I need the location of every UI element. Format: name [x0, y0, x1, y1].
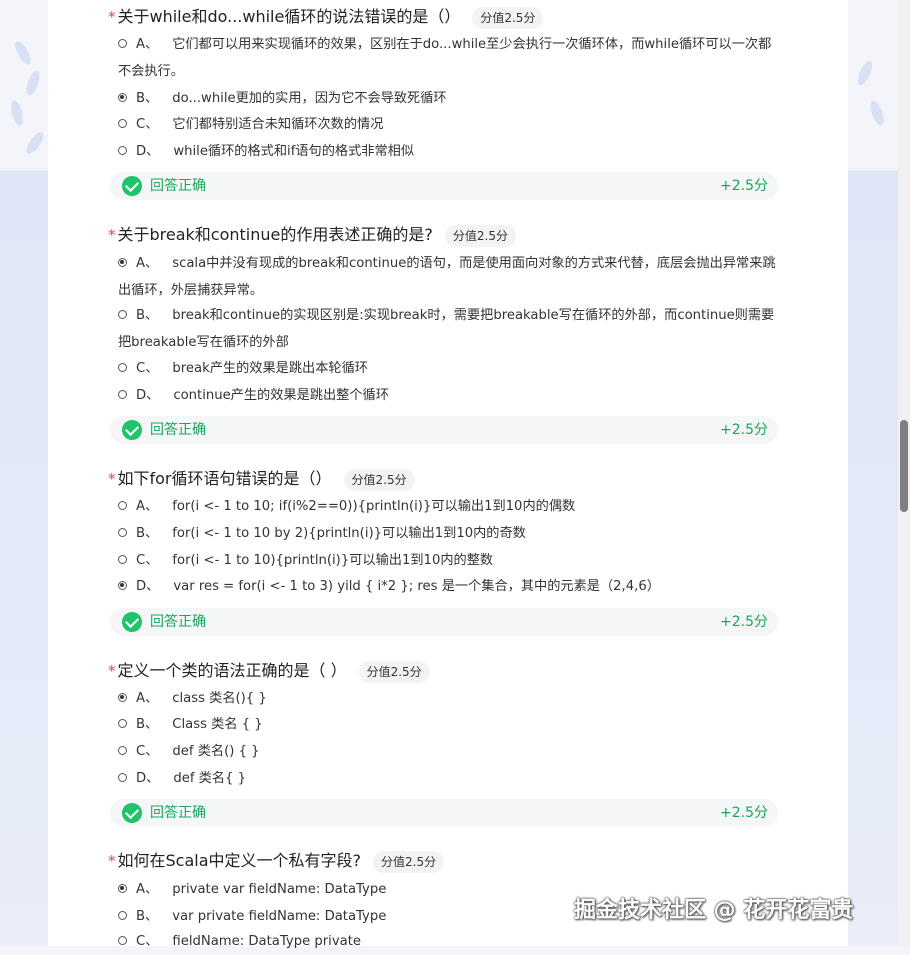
- score-tag: 分值2.5分: [472, 6, 544, 29]
- check-circle-icon: [122, 612, 142, 632]
- radio-button-selected[interactable]: [118, 257, 127, 267]
- answer-result: 回答正确 +2.5分: [110, 799, 778, 827]
- question-title: * 关于break和continue的作用表述正确的是? 分值2.5分: [108, 224, 516, 247]
- result-score: +2.5分: [720, 614, 768, 630]
- result-label: 回答正确: [150, 178, 206, 194]
- required-star: *: [108, 470, 116, 488]
- option-a[interactable]: A、 for(i <- 1 to 10; if(i%2==0)){println(…: [118, 493, 778, 520]
- option-b[interactable]: B、 for(i <- 1 to 10 by 2){println(i)}可以输出…: [118, 520, 778, 547]
- answer-result: 回答正确 +2.5分: [110, 416, 778, 444]
- radio-button-selected[interactable]: [118, 883, 127, 893]
- radio-button[interactable]: [118, 910, 127, 920]
- option-a[interactable]: A、 它们都可以用来实现循环的效果，区别在于do...while至少会执行一次循环…: [118, 31, 778, 85]
- radio-button[interactable]: [118, 145, 127, 155]
- radio-button[interactable]: [118, 772, 127, 782]
- question-title: * 关于while和do...while循环的说法错误的是（） 分值2.5分: [108, 6, 544, 29]
- option-a[interactable]: A、 scala中并没有现成的break和continue的语句，而是使用面向对象…: [118, 250, 778, 304]
- radio-button[interactable]: [118, 745, 127, 755]
- required-star: *: [108, 226, 116, 244]
- radio-button[interactable]: [118, 500, 127, 510]
- option-d[interactable]: D、 continue产生的效果是跳出整个循环: [118, 382, 778, 409]
- radio-button[interactable]: [118, 309, 127, 319]
- option-c[interactable]: C、 break产生的效果是跳出本轮循环: [118, 355, 778, 382]
- option-b[interactable]: B、 do...while更加的实用，因为它不会导致死循环: [118, 85, 778, 112]
- radio-button[interactable]: [118, 38, 127, 48]
- result-label: 回答正确: [150, 614, 206, 630]
- check-circle-icon: [122, 420, 142, 440]
- scrollbar-thumb[interactable]: [900, 420, 908, 512]
- option-b[interactable]: B、 break和continue的实现区别是:实现break时，需要把break…: [118, 302, 778, 356]
- radio-button-selected[interactable]: [118, 92, 127, 102]
- option-d[interactable]: D、 def 类名{ }: [118, 765, 778, 792]
- result-label: 回答正确: [150, 805, 206, 821]
- score-tag: 分值2.5分: [343, 468, 415, 491]
- option-c[interactable]: C、 def 类名() { }: [118, 738, 778, 765]
- score-tag: 分值2.5分: [373, 850, 445, 873]
- radio-button[interactable]: [118, 554, 127, 564]
- question-title: * 定义一个类的语法正确的是（ ）分值2.5分: [108, 660, 430, 683]
- radio-button[interactable]: [118, 527, 127, 537]
- result-score: +2.5分: [720, 178, 768, 194]
- background-decoration-right: [848, 0, 898, 946]
- option-c[interactable]: C、 fieldName: DataType private: [118, 928, 778, 955]
- required-star: *: [108, 662, 116, 680]
- result-score: +2.5分: [720, 422, 768, 438]
- question-title: * 如下for循环语句错误的是（） 分值2.5分: [108, 468, 415, 491]
- required-star: *: [108, 852, 116, 870]
- check-circle-icon: [122, 803, 142, 823]
- required-star: *: [108, 8, 116, 26]
- option-d[interactable]: D、 var res = for(i <- 1 to 3) yild { i*2 …: [118, 573, 778, 600]
- radio-button-selected[interactable]: [118, 580, 127, 590]
- option-d[interactable]: D、 while循环的格式和if语句的格式非常相似: [118, 138, 778, 165]
- option-c[interactable]: C、 for(i <- 1 to 10){println(i)}可以输出1到10内…: [118, 547, 778, 574]
- background-decoration-left: [0, 0, 48, 946]
- result-score: +2.5分: [720, 805, 768, 821]
- radio-button[interactable]: [118, 362, 127, 372]
- option-b[interactable]: B、 Class 类名 { }: [118, 711, 778, 738]
- radio-button[interactable]: [118, 718, 127, 728]
- check-circle-icon: [122, 176, 142, 196]
- answer-result: 回答正确 +2.5分: [110, 172, 778, 200]
- watermark: 掘金技术社区 @ 花开花富贵: [574, 898, 854, 923]
- result-label: 回答正确: [150, 422, 206, 438]
- question-title: * 如何在Scala中定义一个私有字段? 分值2.5分: [108, 850, 445, 873]
- radio-button[interactable]: [118, 118, 127, 128]
- score-tag: 分值2.5分: [444, 224, 516, 247]
- option-c[interactable]: C、 它们都特别适合未知循环次数的情况: [118, 111, 778, 138]
- quiz-panel: * 关于while和do...while循环的说法错误的是（） 分值2.5分 A、它…: [48, 0, 848, 949]
- score-tag: 分值2.5分: [358, 660, 430, 683]
- radio-button[interactable]: [118, 935, 127, 945]
- option-a[interactable]: A、 class 类名(){ }: [118, 685, 778, 712]
- answer-result: 回答正确 +2.5分: [110, 608, 778, 636]
- radio-button[interactable]: [118, 389, 127, 399]
- radio-button-selected[interactable]: [118, 692, 127, 702]
